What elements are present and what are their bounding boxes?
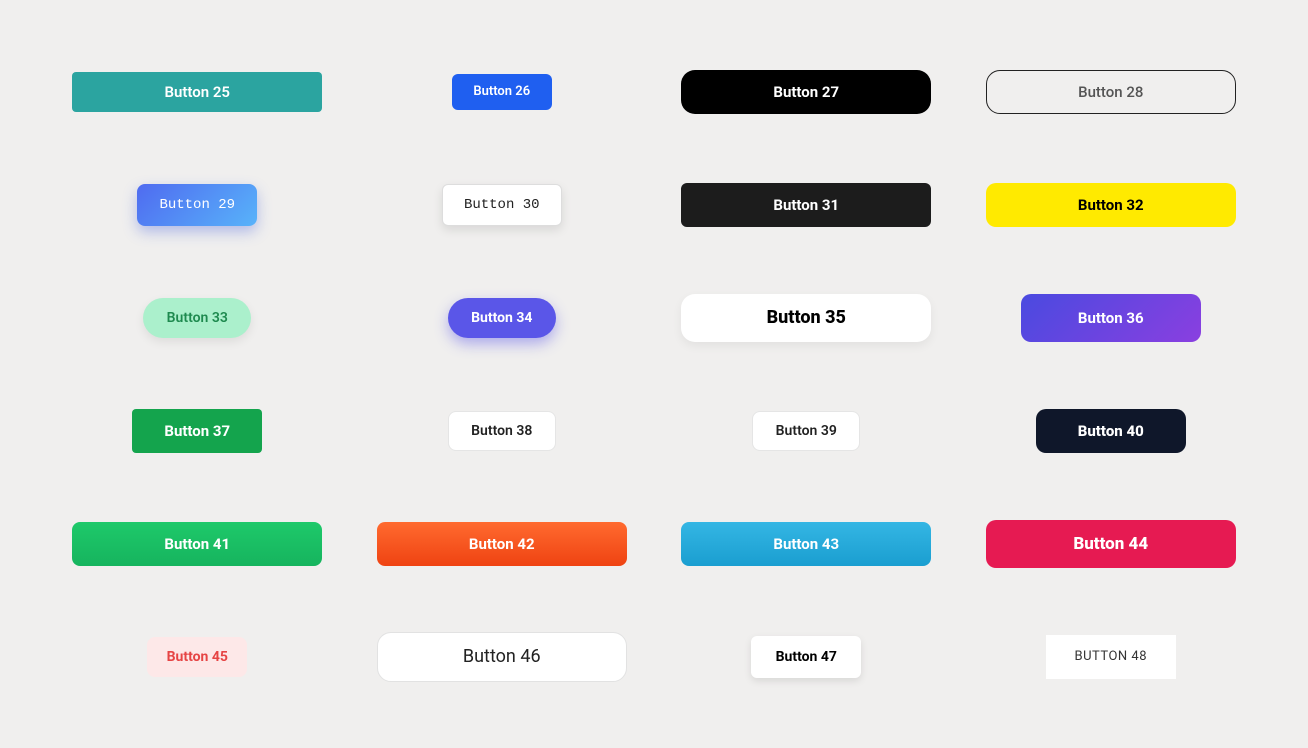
button-35[interactable]: Button 35 <box>681 294 931 342</box>
button-37[interactable]: Button 37 <box>132 409 262 453</box>
button-39[interactable]: Button 39 <box>752 411 860 451</box>
button-32[interactable]: Button 32 <box>986 183 1236 227</box>
button-45[interactable]: Button 45 <box>147 637 247 677</box>
button-40[interactable]: Button 40 <box>1036 409 1186 453</box>
button-29[interactable]: Button 29 <box>137 184 257 226</box>
button-31[interactable]: Button 31 <box>681 183 931 227</box>
button-28[interactable]: Button 28 <box>986 70 1236 114</box>
button-48[interactable]: BUTTON 48 <box>1046 635 1176 679</box>
button-27[interactable]: Button 27 <box>681 70 931 114</box>
button-36[interactable]: Button 36 <box>1021 294 1201 342</box>
button-38[interactable]: Button 38 <box>448 411 556 451</box>
button-46[interactable]: Button 46 <box>377 632 627 682</box>
button-41[interactable]: Button 41 <box>72 522 322 566</box>
button-43[interactable]: Button 43 <box>681 522 931 566</box>
button-44[interactable]: Button 44 <box>986 520 1236 568</box>
button-showcase-grid: Button 25 Button 26 Button 27 Button 28 … <box>60 50 1248 698</box>
button-33[interactable]: Button 33 <box>143 298 251 338</box>
button-25[interactable]: Button 25 <box>72 72 322 112</box>
button-34[interactable]: Button 34 <box>448 298 556 338</box>
button-47[interactable]: Button 47 <box>751 636 861 678</box>
button-26[interactable]: Button 26 <box>452 74 552 110</box>
button-42[interactable]: Button 42 <box>377 522 627 566</box>
button-30[interactable]: Button 30 <box>442 184 562 226</box>
